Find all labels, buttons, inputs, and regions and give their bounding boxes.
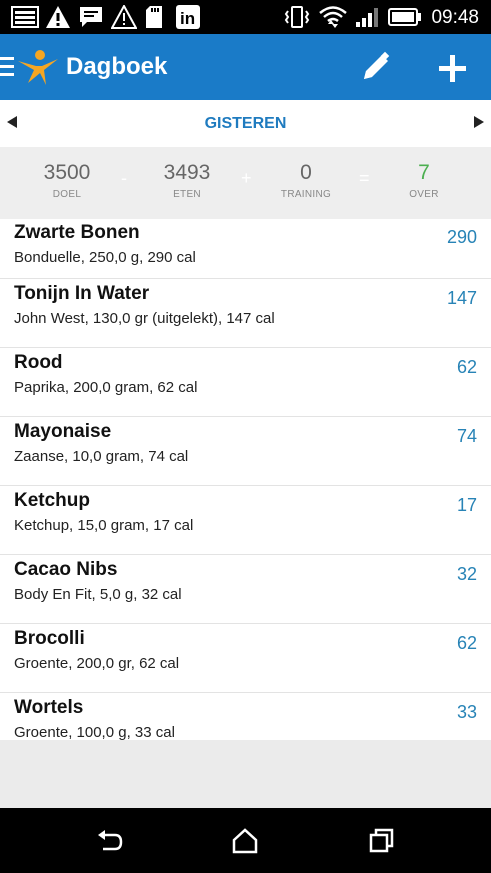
remaining-summary: 7 OVER bbox=[374, 161, 474, 200]
food-name: Ketchup bbox=[14, 490, 90, 511]
food-description: Paprika, 200,0 gram, 62 cal bbox=[14, 379, 198, 396]
status-time: 09:48 bbox=[431, 7, 479, 28]
home-icon[interactable] bbox=[230, 826, 260, 856]
food-entry-list[interactable]: Zwarte Bonen Bonduelle, 250,0 g, 290 cal 2… bbox=[0, 219, 491, 740]
vibrate-icon bbox=[284, 5, 310, 29]
edit-icon[interactable] bbox=[358, 51, 394, 85]
food-description: Zaanse, 10,0 gram, 74 cal bbox=[14, 448, 189, 465]
goal-value: 3500 bbox=[43, 161, 91, 184]
linkedin-text: in bbox=[180, 9, 195, 28]
food-name: Brocolli bbox=[14, 628, 85, 649]
signal-icon bbox=[354, 5, 382, 29]
list-footer-area bbox=[0, 740, 491, 808]
calorie-summary: 3500 DOEL - 3493 ETEN + 0 TRAINING = 7 O… bbox=[0, 147, 491, 219]
food-description: Groente, 100,0 g, 33 cal bbox=[14, 724, 175, 740]
food-name: Tonijn In Water bbox=[14, 283, 150, 304]
minus-operator: - bbox=[121, 168, 127, 188]
food-entry-row[interactable]: Tonijn In Water John West, 130,0 gr (uitg… bbox=[0, 279, 491, 348]
next-day-arrow-icon[interactable] bbox=[474, 116, 484, 128]
food-calories: 17 bbox=[456, 495, 477, 515]
battery-icon bbox=[388, 5, 422, 29]
warning-icon bbox=[44, 5, 72, 29]
food-calories: 62 bbox=[456, 633, 477, 653]
equals-operator: = bbox=[359, 168, 370, 188]
app-title: Dagboek bbox=[66, 53, 168, 80]
app-logo-icon[interactable] bbox=[16, 49, 60, 87]
food-label: ETEN bbox=[173, 189, 201, 200]
exercise-value: 0 bbox=[300, 161, 312, 184]
add-icon[interactable] bbox=[434, 51, 472, 85]
food-name: Wortels bbox=[14, 697, 84, 718]
status-bar: in 09:48 bbox=[0, 0, 491, 34]
food-entry-row[interactable]: Cacao Nibs Body En Fit, 5,0 g, 32 cal 32 bbox=[0, 555, 491, 624]
food-calories: 62 bbox=[456, 357, 477, 377]
action-bar: Dagboek bbox=[0, 34, 491, 100]
date-navigation: GISTEREN bbox=[0, 100, 491, 147]
message-icon bbox=[78, 5, 104, 29]
food-calories: 33 bbox=[456, 702, 477, 722]
remaining-label: OVER bbox=[409, 189, 439, 200]
food-description: Ketchup, 15,0 gram, 17 cal bbox=[14, 517, 194, 534]
food-name: Rood bbox=[14, 352, 63, 373]
exercise-label: TRAINING bbox=[280, 189, 332, 200]
food-calories: 74 bbox=[456, 426, 477, 446]
food-summary: 3493 ETEN bbox=[137, 161, 237, 200]
food-description: John West, 130,0 gr (uitgelekt), 147 cal bbox=[14, 310, 275, 327]
date-label[interactable]: GISTEREN bbox=[0, 115, 491, 133]
gallery-icon bbox=[10, 5, 40, 29]
food-entry-row[interactable]: Ketchup Ketchup, 15,0 gram, 17 cal 17 bbox=[0, 486, 491, 555]
food-name: Cacao Nibs bbox=[14, 559, 118, 580]
food-entry-row[interactable]: Rood Paprika, 200,0 gram, 62 cal 62 bbox=[0, 348, 491, 417]
food-value: 3493 bbox=[163, 161, 211, 184]
remaining-value: 7 bbox=[418, 161, 430, 184]
food-calories: 32 bbox=[456, 564, 477, 584]
food-description: Body En Fit, 5,0 g, 32 cal bbox=[14, 586, 182, 603]
linkedin-icon: in bbox=[175, 5, 201, 29]
sdcard-icon bbox=[144, 5, 164, 29]
food-name: Zwarte Bonen bbox=[14, 222, 140, 243]
system-navigation-bar bbox=[0, 808, 491, 873]
exercise-summary: 0 TRAINING bbox=[256, 161, 356, 200]
food-entry-row[interactable]: Brocolli Groente, 200,0 gr, 62 cal 62 bbox=[0, 624, 491, 693]
food-entry-row[interactable]: Zwarte Bonen Bonduelle, 250,0 g, 290 cal 2… bbox=[0, 219, 491, 279]
goal-summary: 3500 DOEL bbox=[17, 161, 117, 200]
menu-icon[interactable] bbox=[0, 57, 14, 77]
back-icon[interactable] bbox=[95, 826, 125, 856]
food-description: Groente, 200,0 gr, 62 cal bbox=[14, 655, 180, 672]
wifi-icon bbox=[317, 5, 349, 29]
food-entry-row[interactable]: Mayonaise Zaanse, 10,0 gram, 74 cal 74 bbox=[0, 417, 491, 486]
food-name: Mayonaise bbox=[14, 421, 112, 442]
food-description: Bonduelle, 250,0 g, 290 cal bbox=[14, 249, 196, 266]
warning-icon bbox=[110, 5, 138, 29]
food-entry-row[interactable]: Wortels Groente, 100,0 g, 33 cal 33 bbox=[0, 693, 491, 740]
food-calories: 290 bbox=[446, 227, 477, 247]
recents-icon[interactable] bbox=[367, 826, 397, 856]
goal-label: DOEL bbox=[52, 189, 82, 200]
plus-operator: + bbox=[241, 168, 252, 188]
food-calories: 147 bbox=[446, 288, 477, 308]
